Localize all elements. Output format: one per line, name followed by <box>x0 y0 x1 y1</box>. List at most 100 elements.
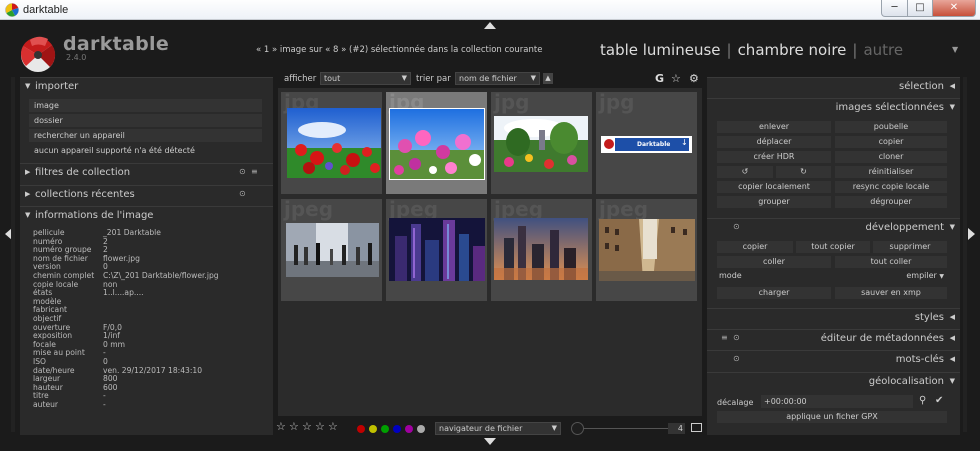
thumbnail-selected[interactable]: jpg <box>386 92 487 194</box>
sort-direction-toggle[interactable]: ▲ <box>543 73 553 84</box>
remove-button[interactable]: enlever <box>717 121 831 133</box>
history-copy-button[interactable]: copier <box>717 241 793 253</box>
rotate-cw-icon[interactable]: ↻ <box>776 166 831 178</box>
import-image-button[interactable]: image <box>29 99 262 112</box>
write-xmp-button[interactable]: sauver en xmp <box>835 287 947 299</box>
history-copy-all-button[interactable]: tout copier <box>796 241 870 253</box>
layout-mode-dropdown[interactable]: navigateur de fichier ▼ <box>435 422 561 435</box>
thumbnail-image-city-dusk <box>494 218 588 280</box>
apply-check-icon[interactable]: ✔ <box>935 395 943 406</box>
styles-header[interactable]: styles ◀ <box>707 308 960 326</box>
view-lighttable[interactable]: table lumineuse <box>600 41 721 59</box>
left-panel-scrollbar[interactable] <box>11 77 15 432</box>
history-paste-all-button[interactable]: tout coller <box>835 256 947 268</box>
history-paste-button[interactable]: coller <box>717 256 831 268</box>
selection-header[interactable]: sélection ◀ <box>707 77 960 95</box>
view-other[interactable]: autre <box>863 41 903 59</box>
import-section-header[interactable]: ▼ importer <box>20 77 273 95</box>
thumbnail[interactable]: jpg Darktable ↓ <box>596 92 697 194</box>
history-delete-button[interactable]: supprimer <box>873 241 947 253</box>
right-panel-scrollbar[interactable] <box>963 77 967 432</box>
thumbnail[interactable]: jpeg <box>491 199 592 301</box>
reset-icon[interactable]: ⊙ <box>239 167 246 176</box>
create-hdr-button[interactable]: créer HDR <box>717 151 831 163</box>
gear-icon[interactable]: ⚙ <box>689 72 699 85</box>
star-rating-5[interactable]: ☆ <box>328 420 338 433</box>
search-icon[interactable]: ⚲ <box>919 395 926 406</box>
zoom-slider-track[interactable] <box>580 428 670 429</box>
develop-header[interactable]: ⊙ développement ▼ <box>707 218 960 236</box>
thumbnail-image-street-crowd <box>286 223 379 277</box>
color-label-red[interactable] <box>357 425 365 433</box>
import-folder-button[interactable]: dossier <box>29 114 262 127</box>
star-overlay-icon[interactable]: ☆ <box>671 72 681 85</box>
star-rating-2[interactable]: ☆ <box>289 420 299 433</box>
color-label-clear[interactable] <box>417 425 425 433</box>
recent-collections-header[interactable]: ▶ collections récentes ⊙ <box>20 185 273 203</box>
star-rating-3[interactable]: ☆ <box>302 420 312 433</box>
color-label-purple[interactable] <box>405 425 413 433</box>
thumbnail-extension: jpg <box>599 92 635 114</box>
star-rating-4[interactable]: ☆ <box>315 420 325 433</box>
view-darkroom[interactable]: chambre noire <box>738 41 847 59</box>
views-dropdown-icon[interactable]: ▼ <box>952 45 958 54</box>
reset-icon[interactable]: ⊙ <box>733 333 740 342</box>
color-label-yellow[interactable] <box>369 425 377 433</box>
metadata-editor-header[interactable]: ≡ ⊙ éditeur de métadonnées ◀ <box>707 329 960 347</box>
window-titlebar: darktable ─ □ ✕ <box>0 0 980 20</box>
sort-order-value: nom de fichier <box>459 74 517 83</box>
color-label-green[interactable] <box>381 425 389 433</box>
move-button[interactable]: déplacer <box>717 136 831 148</box>
close-button[interactable]: ✕ <box>932 0 976 17</box>
rotate-ccw-icon[interactable]: ↺ <box>717 166 773 178</box>
copy-button[interactable]: copier <box>835 136 947 148</box>
layout-mode-value: navigateur de fichier <box>439 424 523 433</box>
show-filter-dropdown[interactable]: tout ▼ <box>320 72 411 85</box>
zoom-count-field[interactable]: 4 <box>668 423 685 434</box>
collapsed-triangle-icon: ◀ <box>949 355 955 363</box>
sort-order-dropdown[interactable]: nom de fichier ▼ <box>455 72 540 85</box>
thumbnail[interactable]: jpg <box>491 92 592 194</box>
resync-local-copy-button[interactable]: resync copie locale <box>835 181 947 193</box>
trash-button[interactable]: poubelle <box>835 121 947 133</box>
thumbnail[interactable]: jpeg <box>386 199 487 301</box>
group-button[interactable]: grouper <box>717 196 831 208</box>
expanded-triangle-icon: ▼ <box>949 377 955 385</box>
image-info-title: informations de l'image <box>35 210 154 221</box>
color-label-blue[interactable] <box>393 425 401 433</box>
reset-icon[interactable]: ⊙ <box>733 354 740 363</box>
collapse-bottom-panel-arrow[interactable] <box>484 438 496 445</box>
geolocation-header[interactable]: géolocalisation ▼ <box>707 372 960 390</box>
load-sidecar-button[interactable]: charger <box>717 287 831 299</box>
grouping-toggle-icon[interactable]: G <box>655 72 664 85</box>
collapse-right-panel-arrow[interactable] <box>968 228 975 240</box>
thumbnail[interactable]: jpeg <box>281 199 382 301</box>
reset-icon[interactable]: ⊙ <box>239 189 246 198</box>
paste-mode-dropdown[interactable]: empiler ▼ <box>880 271 944 280</box>
reset-icon[interactable]: ⊙ <box>733 222 740 231</box>
collapse-top-panel-arrow[interactable] <box>484 22 496 29</box>
apply-gpx-button[interactable]: applique un ficher GPX <box>717 411 947 423</box>
ungroup-button[interactable]: dégrouper <box>835 196 947 208</box>
reset-button[interactable]: réinitialiser <box>835 166 947 178</box>
thumbnail[interactable]: jpeg <box>596 199 697 301</box>
minimize-button[interactable]: ─ <box>881 0 908 17</box>
clone-button[interactable]: cloner <box>835 151 947 163</box>
banner-logo-icon <box>604 139 614 149</box>
thumbnail[interactable]: jpg <box>281 92 382 194</box>
thumbnail-extension: jpeg <box>284 199 334 221</box>
copy-locally-button[interactable]: copier localement <box>717 181 831 193</box>
image-info-header[interactable]: ▼ informations de l'image <box>20 206 273 224</box>
monitor-icon[interactable] <box>691 423 702 432</box>
zoom-slider-handle[interactable] <box>571 422 584 435</box>
scan-device-button[interactable]: rechercher un appareil <box>29 129 262 142</box>
offset-input[interactable]: +00:00:00 <box>761 395 913 408</box>
presets-icon[interactable]: ≡ <box>721 333 728 342</box>
tags-header[interactable]: ⊙ mots-clés ◀ <box>707 350 960 368</box>
maximize-button[interactable]: □ <box>907 0 933 17</box>
collection-filters-header[interactable]: ▶ filtres de collection ⊙ ≡ <box>20 163 273 181</box>
brand-name: darktable <box>63 33 170 55</box>
presets-icon[interactable]: ≡ <box>251 167 258 176</box>
selected-images-header[interactable]: images sélectionnées ▼ <box>707 98 960 116</box>
star-rating-1[interactable]: ☆ <box>276 420 286 433</box>
